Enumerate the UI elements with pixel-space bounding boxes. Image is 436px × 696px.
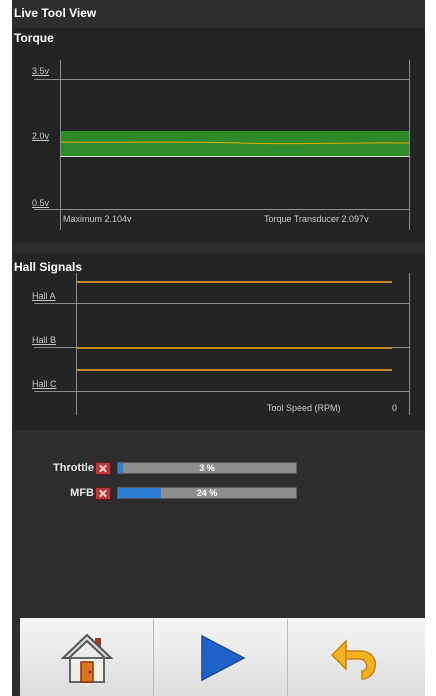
- mfb-progress-bar: 24 %: [117, 487, 297, 499]
- torque-right-edge: [409, 60, 410, 230]
- hall-signals-panel: Hall Signals Hall A Hall B Hall C Tool S…: [14, 253, 425, 430]
- controls-panel: Throttle 3 % MFB 24 %: [14, 440, 425, 612]
- hall-signals-title: Hall Signals: [14, 260, 83, 274]
- app-window: Live Tool View Torque 3.5v 2.0v 0.5v Max…: [12, 0, 425, 696]
- back-button[interactable]: [288, 619, 425, 696]
- hall-c-signal: [76, 369, 392, 371]
- hall-y-axis: [76, 273, 77, 415]
- throttle-progress-bar: 3 %: [117, 462, 297, 474]
- window-title: Live Tool View: [14, 6, 97, 20]
- hall-b-label: Hall B: [32, 335, 57, 345]
- torque-maximum-readout: Maximum 2.104v: [63, 214, 132, 224]
- hall-a-signal: [76, 281, 392, 283]
- tool-speed-value: 0: [392, 403, 398, 413]
- play-button[interactable]: [154, 619, 288, 696]
- mfb-label: MFB: [70, 487, 94, 499]
- home-button[interactable]: [20, 619, 154, 696]
- throttle-disabled-icon: [95, 462, 111, 475]
- play-icon: [201, 634, 246, 682]
- torque-transducer-readout: Torque Transducer 2.097v: [264, 214, 369, 224]
- hall-right-edge: [409, 273, 410, 415]
- undo-arrow-icon: [330, 639, 377, 680]
- mfb-disabled-icon: [95, 487, 111, 500]
- throttle-label: Throttle: [53, 462, 94, 474]
- torque-gridline-top: [34, 79, 410, 80]
- torque-label-0-5v: 0.5v: [32, 198, 50, 208]
- torque-band-edge: [61, 156, 409, 157]
- hall-a-label: Hall A: [32, 291, 56, 301]
- hall-b-signal: [76, 347, 392, 349]
- bottom-toolbar: [20, 618, 425, 696]
- home-icon: [60, 633, 114, 683]
- hall-c-baseline: [34, 391, 410, 392]
- torque-label-3-5v: 3.5v: [32, 66, 50, 76]
- torque-trace: [61, 141, 409, 145]
- tool-speed-label: Tool Speed (RPM): [267, 403, 341, 413]
- torque-label-2-0v: 2.0v: [32, 131, 50, 141]
- torque-panel: Torque 3.5v 2.0v 0.5v Maximum 2.104v Tor…: [14, 28, 425, 243]
- throttle-value: 3 %: [199, 463, 215, 473]
- mfb-value: 24 %: [196, 488, 218, 498]
- hall-a-baseline: [34, 303, 410, 304]
- hall-c-label: Hall C: [32, 379, 57, 389]
- torque-gridline-bottom: [34, 209, 410, 210]
- torque-title: Torque: [14, 31, 54, 45]
